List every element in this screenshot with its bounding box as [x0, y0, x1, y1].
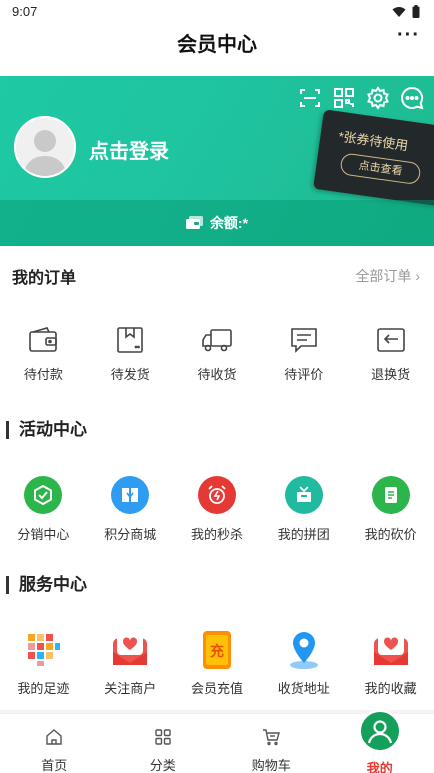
activity-label: 我的砍价 — [364, 527, 417, 542]
balance-text: 余额:* — [209, 215, 249, 231]
truck-icon — [202, 329, 232, 352]
service-favorites[interactable]: 我的收藏 — [347, 630, 434, 697]
category-icon — [155, 729, 171, 745]
distribution-icon — [24, 476, 63, 514]
service-follow-shop[interactable]: 关注商户 — [87, 630, 174, 697]
tab-category[interactable]: 分类 — [109, 714, 218, 773]
activity-title: 活动中心 — [6, 421, 87, 439]
service-label: 我的收藏 — [364, 681, 417, 696]
tab-label: 分类 — [149, 758, 176, 773]
order-label: 待付款 — [23, 367, 63, 382]
service-footprint[interactable]: 我的足迹 — [0, 630, 87, 697]
service-label: 关注商户 — [104, 681, 157, 696]
service-recharge[interactable]: 充 会员充值 — [174, 630, 261, 697]
scan-icon[interactable] — [298, 86, 322, 110]
tab-home[interactable]: 首页 — [0, 714, 109, 773]
battery-icon — [412, 5, 420, 18]
activity-label: 我的拼团 — [277, 527, 330, 542]
package-icon — [117, 327, 143, 353]
bottom-tab-bar: 首页 分类 购物车 我的 — [0, 710, 434, 773]
service-card: 服务中心 我的足迹 关注商户 充 会员充值 收货地址 我的收藏 — [0, 558, 434, 710]
page-title: 会员中心 — [177, 34, 257, 56]
activity-card: 活动中心 分销中心 积分商城 我的秒杀 我的拼团 我的砍价 — [0, 406, 434, 558]
flash-sale-icon — [197, 476, 236, 514]
order-label: 待发货 — [110, 367, 150, 382]
activity-label: 分销中心 — [17, 527, 70, 542]
user-icon — [367, 720, 392, 744]
status-time: 9:07 — [12, 4, 38, 19]
message-icon[interactable] — [400, 86, 424, 110]
tab-label: 首页 — [41, 758, 68, 773]
activity-distribution[interactable]: 分销中心 — [0, 476, 87, 543]
tab-me[interactable]: 我的 — [326, 710, 434, 773]
services-title: 服务中心 — [6, 576, 87, 594]
recharge-icon: 充 — [202, 631, 231, 669]
group-buy-icon — [284, 476, 323, 514]
order-pending-payment[interactable]: 待付款 — [0, 326, 87, 383]
address-icon — [289, 632, 318, 669]
settings-icon[interactable] — [366, 86, 390, 110]
order-label: 待收货 — [197, 367, 237, 382]
coupon-view-button[interactable]: 点击查看 — [339, 152, 422, 186]
orders-row: 待付款 待发货 待收货 待评价 退换货 — [0, 326, 434, 383]
follow-shop-icon — [113, 633, 148, 665]
order-label: 退换货 — [371, 367, 411, 382]
service-address[interactable]: 收货地址 — [260, 630, 347, 697]
bargain-icon — [371, 476, 410, 514]
nav-bar: 会员中心 ··· — [0, 24, 434, 76]
wifi-icon — [392, 6, 406, 17]
login-link[interactable]: 点击登录 — [89, 135, 169, 164]
order-pending-shipment[interactable]: 待发货 — [87, 326, 174, 383]
wallet-icon — [29, 327, 58, 352]
recharge-glyph: 充 — [210, 643, 224, 660]
tab-me-badge — [358, 710, 401, 752]
activity-row: 分销中心 积分商城 我的秒杀 我的拼团 我的砍价 — [0, 476, 434, 543]
services-row: 我的足迹 关注商户 充 会员充值 收货地址 我的收藏 — [0, 630, 434, 697]
hero-toolbar — [298, 86, 424, 110]
wallet-card-icon — [185, 216, 203, 229]
order-return[interactable]: 退换货 — [347, 326, 434, 383]
cart-icon — [263, 729, 281, 746]
orders-title: 我的订单 — [12, 270, 77, 287]
more-options-button[interactable]: ··· — [397, 24, 420, 47]
activity-points-mall[interactable]: 积分商城 — [87, 476, 174, 543]
avatar[interactable] — [14, 116, 76, 178]
order-label: 待评价 — [284, 367, 324, 382]
activity-label: 我的秒杀 — [190, 527, 243, 542]
order-pending-receipt[interactable]: 待收货 — [174, 326, 261, 383]
all-orders-link[interactable]: 全部订单 › — [355, 266, 420, 286]
default-avatar-icon — [16, 118, 74, 176]
coupon-title: *张券待使用 — [337, 128, 410, 154]
tab-cart[interactable]: 购物车 — [217, 714, 326, 773]
service-label: 会员充值 — [190, 681, 243, 696]
member-hero: 点击登录 *张券待使用 点击查看 余额:* — [0, 76, 434, 246]
service-label: 收货地址 — [277, 681, 330, 696]
status-icons — [392, 5, 420, 18]
tab-label: 购物车 — [251, 758, 291, 773]
return-icon — [376, 328, 405, 352]
activity-group-buy[interactable]: 我的拼团 — [260, 476, 347, 543]
coupon-card[interactable]: *张券待使用 点击查看 — [313, 109, 434, 207]
order-pending-review[interactable]: 待评价 — [260, 326, 347, 383]
status-bar: 9:07 — [0, 0, 434, 24]
home-icon — [46, 729, 62, 745]
orders-card: 我的订单 全部订单 › 待付款 待发货 待收货 待评价 退换货 — [0, 246, 434, 406]
favorites-icon — [373, 633, 408, 665]
footprint-icon — [28, 634, 61, 666]
comment-icon — [290, 328, 317, 353]
balance-bar[interactable]: 余额:* — [0, 200, 434, 246]
tab-label: 我的 — [366, 761, 393, 773]
qr-code-icon[interactable] — [332, 86, 356, 110]
activity-label: 积分商城 — [104, 527, 157, 542]
points-mall-icon — [111, 476, 150, 514]
service-label: 我的足迹 — [17, 681, 70, 696]
activity-bargain[interactable]: 我的砍价 — [347, 476, 434, 543]
activity-flash-sale[interactable]: 我的秒杀 — [174, 476, 261, 543]
